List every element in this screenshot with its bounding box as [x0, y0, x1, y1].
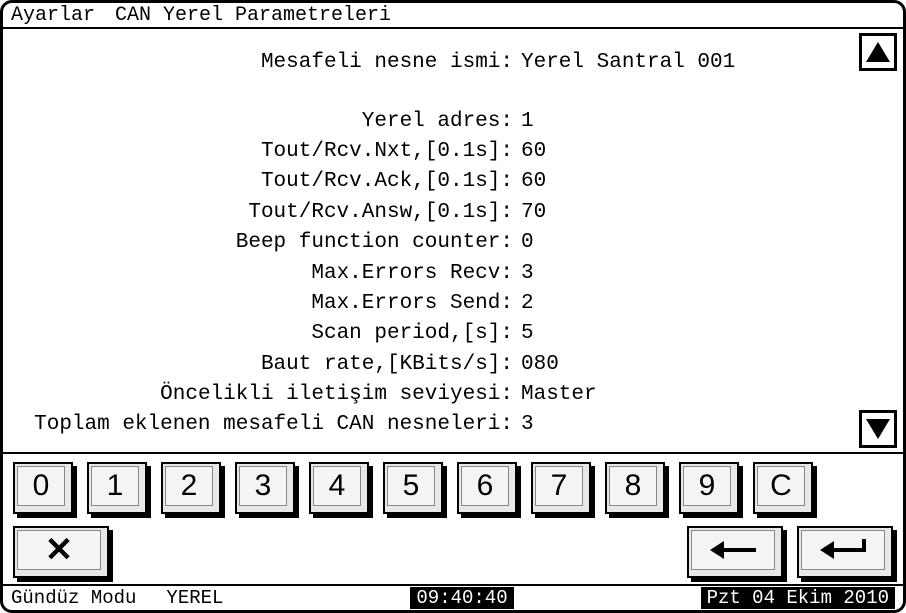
param-value[interactable]: 70	[513, 199, 546, 227]
param-label: Mesafeli nesne ismi:	[13, 49, 513, 77]
digit-6-key[interactable]: 6	[457, 462, 517, 514]
param-value[interactable]: 5	[513, 320, 534, 348]
key-label: 0	[17, 466, 65, 506]
param-label: Tout/Rcv.Answ,[0.1s]:	[13, 199, 513, 227]
digit-3-key[interactable]: 3	[235, 462, 295, 514]
triangle-down-icon	[866, 419, 890, 439]
content-area: Mesafeli nesne ismi:Yerel Santral 001Yer…	[3, 29, 903, 451]
digit-9-key[interactable]: 9	[679, 462, 739, 514]
param-value[interactable]: 0	[513, 229, 534, 257]
param-value[interactable]: 60	[513, 168, 546, 196]
time-display: 09:40:40	[410, 587, 513, 609]
param-value[interactable]: 080	[513, 351, 559, 379]
clear-key[interactable]: C	[753, 462, 813, 514]
param-row: Yerel adres:1	[13, 108, 849, 136]
parameter-list: Mesafeli nesne ismi:Yerel Santral 001Yer…	[3, 29, 859, 451]
digit-row: 0123456789C	[13, 462, 893, 514]
enter-icon	[818, 537, 868, 563]
param-label: Tout/Rcv.Nxt,[0.1s]:	[13, 138, 513, 166]
param-value[interactable]: Yerel Santral 001	[513, 49, 735, 77]
action-row: ✕	[13, 526, 893, 578]
param-label: Toplam eklenen mesafeli CAN nesneleri:	[13, 411, 513, 439]
param-value[interactable]: 2	[513, 290, 534, 318]
window: Ayarlar CAN Yerel Parametreleri Mesafeli…	[0, 0, 906, 613]
statusbar: Gündüz Modu YEREL 09:40:40 Pzt 04 Ekim 2…	[3, 584, 903, 610]
scroll-down-button[interactable]	[859, 410, 897, 448]
param-row: Mesafeli nesne ismi:Yerel Santral 001	[13, 49, 849, 77]
param-label: Baut rate,[KBits/s]:	[13, 351, 513, 379]
param-row: Beep function counter:0	[13, 229, 849, 257]
param-row: Max.Errors Send:2	[13, 290, 849, 318]
digit-7-key[interactable]: 7	[531, 462, 591, 514]
param-row: Scan period,[s]:5	[13, 320, 849, 348]
digit-2-key[interactable]: 2	[161, 462, 221, 514]
param-value[interactable]: 3	[513, 260, 534, 288]
titlebar: Ayarlar CAN Yerel Parametreleri	[3, 3, 903, 29]
digit-5-key[interactable]: 5	[383, 462, 443, 514]
key-label: 1	[91, 466, 139, 506]
param-row: Tout/Rcv.Nxt,[0.1s]:60	[13, 138, 849, 166]
key-label: C	[757, 466, 805, 506]
param-value[interactable]: 1	[513, 108, 534, 136]
param-row: Öncelikli iletişim seviyesi:Master	[13, 381, 849, 409]
digit-0-key[interactable]: 0	[13, 462, 73, 514]
param-row: Tout/Rcv.Answ,[0.1s]:70	[13, 199, 849, 227]
cancel-button[interactable]: ✕	[13, 526, 109, 578]
scroll-up-button[interactable]	[859, 33, 897, 71]
param-label: Max.Errors Send:	[13, 290, 513, 318]
param-label: Scan period,[s]:	[13, 320, 513, 348]
scroll-column	[859, 29, 903, 451]
digit-4-key[interactable]: 4	[309, 462, 369, 514]
param-row: Toplam eklenen mesafeli CAN nesneleri:3	[13, 411, 849, 439]
key-label: 2	[165, 466, 213, 506]
mode-label: Gündüz Modu	[11, 587, 136, 609]
key-label: 9	[683, 466, 731, 506]
key-label: 5	[387, 466, 435, 506]
param-label: Öncelikli iletişim seviyesi:	[13, 381, 513, 409]
keypad: 0123456789C ✕	[3, 452, 903, 584]
local-label: YEREL	[166, 587, 223, 609]
param-label: Yerel adres:	[13, 108, 513, 136]
param-label: Tout/Rcv.Ack,[0.1s]:	[13, 168, 513, 196]
digit-8-key[interactable]: 8	[605, 462, 665, 514]
triangle-up-icon	[866, 42, 890, 62]
param-row: Baut rate,[KBits/s]:080	[13, 351, 849, 379]
param-label: Max.Errors Recv:	[13, 260, 513, 288]
key-label: 8	[609, 466, 657, 506]
x-icon: ✕	[45, 530, 74, 570]
key-label: 3	[239, 466, 287, 506]
menu-label[interactable]: Ayarlar	[11, 4, 95, 27]
key-label: 7	[535, 466, 583, 506]
digit-1-key[interactable]: 1	[87, 462, 147, 514]
param-row: Tout/Rcv.Ack,[0.1s]:60	[13, 168, 849, 196]
key-label: 4	[313, 466, 361, 506]
enter-button[interactable]	[797, 526, 893, 578]
param-label: Beep function counter:	[13, 229, 513, 257]
date-display: Pzt 04 Ekim 2010	[701, 587, 895, 609]
param-row: Max.Errors Recv:3	[13, 260, 849, 288]
param-value[interactable]: Master	[513, 381, 597, 409]
param-value[interactable]: 3	[513, 411, 534, 439]
key-label: 6	[461, 466, 509, 506]
arrow-left-icon	[708, 537, 758, 563]
backspace-button[interactable]	[687, 526, 783, 578]
page-title: CAN Yerel Parametreleri	[115, 4, 391, 27]
param-value[interactable]: 60	[513, 138, 546, 166]
